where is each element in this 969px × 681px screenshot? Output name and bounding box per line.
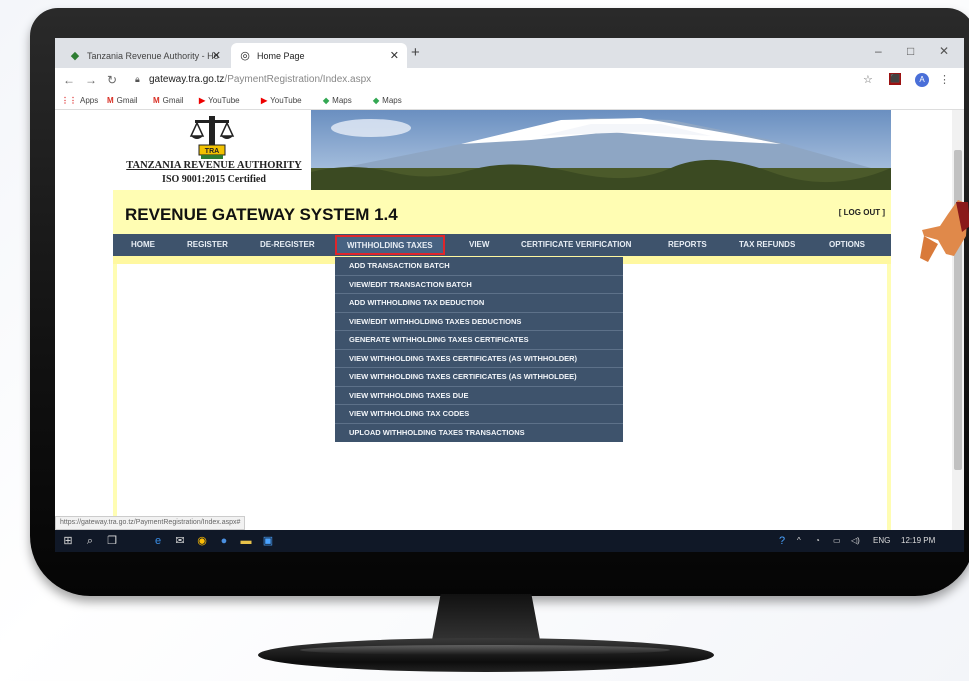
- reload-icon[interactable]: ↻: [107, 73, 117, 87]
- apps-icon: ⋮⋮: [61, 96, 77, 105]
- profile-avatar[interactable]: A: [915, 73, 929, 87]
- forward-icon[interactable]: →: [85, 73, 97, 87]
- menu-view-certificates-withholder[interactable]: VIEW WITHHOLDING TAXES CERTIFICATES (AS …: [335, 350, 623, 368]
- back-icon[interactable]: ←: [63, 73, 75, 87]
- lock-icon: 🔒︎: [135, 74, 140, 84]
- nav-reports[interactable]: REPORTS: [668, 234, 707, 256]
- bookmark-maps-1[interactable]: ◆ Maps: [323, 96, 352, 105]
- mail-icon[interactable]: ✉: [173, 534, 187, 548]
- pdf-extension-icon[interactable]: ⬛: [889, 73, 901, 85]
- withholding-taxes-dropdown: ADD TRANSACTION BATCH VIEW/EDIT TRANSACT…: [335, 257, 623, 442]
- tray-chevron-icon[interactable]: ^: [797, 536, 801, 545]
- volume-icon[interactable]: ◁): [851, 536, 860, 545]
- chrome-icon[interactable]: ◉: [195, 534, 209, 548]
- close-icon[interactable]: ✕: [390, 49, 399, 62]
- menu-view-edit-transaction-batch[interactable]: VIEW/EDIT TRANSACTION BATCH: [335, 276, 623, 294]
- nav-register[interactable]: REGISTER: [187, 234, 228, 256]
- bookmark-youtube-2[interactable]: ▶ YouTube: [261, 96, 302, 105]
- nav-withholding-taxes[interactable]: WITHHOLDING TAXES: [335, 235, 445, 255]
- nav-home[interactable]: HOME: [131, 234, 155, 256]
- tab-label: Tanzania Revenue Authority - Ho: [87, 51, 219, 61]
- bookmark-maps-2[interactable]: ◆ Maps: [373, 96, 402, 105]
- header-logo-panel: TRA TANZANIA REVENUE AUTHORITY ISO 9001:…: [113, 110, 311, 190]
- star-icon[interactable]: ☆: [863, 73, 873, 86]
- gmail-icon: M: [107, 96, 114, 105]
- menu-view-tax-codes[interactable]: VIEW WITHHOLDING TAX CODES: [335, 405, 623, 424]
- battery-icon[interactable]: ▭: [833, 536, 841, 545]
- browser-toolbar: ← → ↻ 🔒︎ gateway.tra.go.tz/PaymentRegistr…: [55, 68, 964, 92]
- explorer-icon[interactable]: ▬: [239, 534, 253, 548]
- task-view-icon[interactable]: ❐: [105, 534, 119, 548]
- edge-icon[interactable]: e: [151, 534, 165, 548]
- maximize-button[interactable]: □: [907, 44, 914, 58]
- youtube-icon: ▶: [199, 96, 206, 105]
- pointing-hand-icon: [920, 200, 969, 262]
- menu-view-taxes-due[interactable]: VIEW WITHHOLDING TAXES DUE: [335, 387, 623, 405]
- menu-add-withholding-tax-deduction[interactable]: ADD WITHHOLDING TAX DEDUCTION: [335, 294, 623, 313]
- url-path: /PaymentRegistration/Index.aspx: [224, 74, 372, 85]
- bookmark-gmail-2[interactable]: M Gmail: [153, 96, 184, 105]
- logout-link[interactable]: [ LOG OUT ]: [839, 208, 885, 217]
- monitor-scene: ◆ Tanzania Revenue Authority - Ho ✕ ◎ Ho…: [0, 0, 969, 681]
- page-title: REVENUE GATEWAY SYSTEM 1.4: [125, 205, 398, 224]
- main-nav: HOME REGISTER DE-REGISTER WITHHOLDING TA…: [113, 234, 891, 256]
- network-icon[interactable]: ◔: [815, 536, 820, 545]
- globe-icon: ◎: [240, 50, 250, 62]
- page-viewport: TRA TANZANIA REVENUE AUTHORITY ISO 9001:…: [55, 110, 952, 530]
- new-tab-button[interactable]: +: [411, 44, 420, 61]
- tab-home-page[interactable]: ◎ Home Page ✕: [231, 43, 407, 68]
- close-icon[interactable]: ✕: [212, 49, 221, 62]
- youtube-icon: ▶: [261, 96, 268, 105]
- app-icon[interactable]: ●: [217, 534, 231, 548]
- nav-certificate-verification[interactable]: CERTIFICATE VERIFICATION: [521, 234, 631, 256]
- nav-de-register[interactable]: DE-REGISTER: [260, 234, 315, 256]
- menu-generate-certificates[interactable]: GENERATE WITHHOLDING TAXES CERTIFICATES: [335, 331, 623, 350]
- org-name: TANZANIA REVENUE AUTHORITY: [126, 160, 302, 171]
- bookmark-apps[interactable]: ⋮⋮ Apps: [61, 96, 98, 105]
- tab-label: Home Page: [257, 51, 305, 61]
- url-host: gateway.tra.go.tz: [149, 74, 225, 85]
- maps-icon: ◆: [373, 96, 380, 105]
- screen: ◆ Tanzania Revenue Authority - Ho ✕ ◎ Ho…: [55, 38, 964, 552]
- bookmark-gmail-1[interactable]: M Gmail: [107, 96, 138, 105]
- tra-gateway-page: TRA TANZANIA REVENUE AUTHORITY ISO 9001:…: [113, 110, 891, 530]
- photoshop-icon[interactable]: ▣: [261, 534, 275, 548]
- search-icon[interactable]: ⌕: [83, 534, 97, 548]
- menu-icon[interactable]: ⋮: [939, 73, 950, 86]
- nav-view[interactable]: VIEW: [469, 234, 489, 256]
- bookmarks-bar: ⋮⋮ Apps M Gmail M Gmail ▶ YouTube ▶ YouTube ◆…: [55, 92, 964, 110]
- nav-tax-refunds[interactable]: TAX REFUNDS: [739, 234, 795, 256]
- status-bar-url: https://gateway.tra.go.tz/PaymentRegistr…: [55, 516, 246, 530]
- windows-start-icon[interactable]: ⊞: [61, 534, 75, 548]
- menu-view-certificates-withholdee[interactable]: VIEW WITHHOLDING TAXES CERTIFICATES (AS …: [335, 368, 623, 387]
- logo-text: TRA: [205, 148, 219, 155]
- monitor-base-shine: [300, 645, 670, 655]
- tab-tra[interactable]: ◆ Tanzania Revenue Authority - Ho ✕: [61, 43, 229, 68]
- clock[interactable]: 12:19 PM: [901, 536, 935, 545]
- windows-taskbar: ⊞ ⌕ ❐ e ✉ ◉ ● ▬ ▣ ? ^ ◔ ▭ ◁) ENG 12:19 P…: [55, 530, 964, 552]
- iso-certification: ISO 9001:2015 Certified: [162, 174, 266, 185]
- language-indicator[interactable]: ENG: [873, 536, 890, 545]
- tra-logo-icon: TRA: [189, 116, 235, 159]
- kilimanjaro-banner-image: [311, 110, 891, 190]
- monitor-base: [258, 638, 714, 672]
- gmail-icon: M: [153, 96, 160, 105]
- address-bar[interactable]: 🔒︎ gateway.tra.go.tz/PaymentRegistration/…: [135, 71, 855, 89]
- browser-tabbar: ◆ Tanzania Revenue Authority - Ho ✕ ◎ Ho…: [55, 38, 964, 68]
- maps-icon: ◆: [323, 96, 330, 105]
- tra-flag-icon: ◆: [70, 50, 80, 62]
- bookmark-youtube-1[interactable]: ▶ YouTube: [199, 96, 240, 105]
- close-window-button[interactable]: ✕: [939, 44, 949, 58]
- minimize-button[interactable]: –: [875, 44, 882, 58]
- monitor-neck: [432, 594, 540, 640]
- help-icon[interactable]: ?: [775, 534, 789, 548]
- menu-upload-transactions[interactable]: UPLOAD WITHHOLDING TAXES TRANSACTIONS: [335, 424, 623, 443]
- menu-view-edit-deductions[interactable]: VIEW/EDIT WITHHOLDING TAXES DEDUCTIONS: [335, 313, 623, 331]
- menu-add-transaction-batch[interactable]: ADD TRANSACTION BATCH: [335, 257, 623, 276]
- nav-options[interactable]: OPTIONS: [829, 234, 865, 256]
- vertical-scrollbar[interactable]: [952, 110, 964, 530]
